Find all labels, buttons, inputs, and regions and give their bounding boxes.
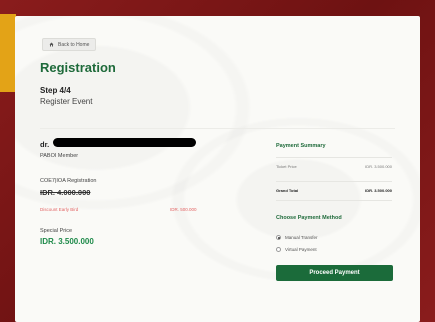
registration-card: Back to Home Registration Step 4/4 Regis… — [15, 16, 420, 322]
original-price: IDR. 4.000.000 — [40, 188, 91, 197]
payment-option-manual[interactable]: Manual Transfer — [276, 235, 318, 240]
member-name: dr. — [40, 140, 50, 149]
radio-virtual-payment[interactable] — [276, 247, 281, 252]
payment-option-label: Virtual Payment — [285, 247, 317, 252]
special-price-label: Special Price — [40, 228, 73, 234]
discount-value: IDR. 500.000 — [170, 207, 197, 212]
accent-tab — [0, 14, 16, 92]
section-divider — [40, 128, 395, 129]
member-type: PABOI Member — [40, 153, 79, 159]
payment-method-title: Choose Payment Method — [276, 215, 342, 221]
home-icon — [49, 42, 54, 47]
ticket-price-label: Ticket Price — [276, 164, 297, 169]
ticket-price-value: IDR. 3.500.000 — [365, 164, 392, 169]
registration-label: COE7|IOA Registration — [40, 178, 97, 184]
back-to-home-label: Back to Home — [58, 41, 90, 48]
page-title: Registration — [40, 60, 116, 75]
summary-divider — [276, 157, 392, 158]
summary-divider — [276, 181, 392, 182]
grand-total-row: Grand Total IDR. 3.500.000 — [276, 188, 392, 193]
grand-total-value: IDR. 3.500.000 — [365, 188, 392, 193]
payment-option-label: Manual Transfer — [285, 235, 318, 240]
payment-summary-title: Payment Summary — [276, 143, 326, 149]
payment-option-virtual[interactable]: Virtual Payment — [276, 247, 317, 252]
ticket-price-row: Ticket Price IDR. 3.500.000 — [276, 164, 392, 169]
discount-label: Discount Early Bird — [40, 207, 79, 212]
special-price: IDR. 3.500.000 — [40, 237, 94, 246]
step-subtitle: Register Event — [40, 97, 93, 106]
back-to-home-button[interactable]: Back to Home — [42, 38, 97, 51]
radio-manual-transfer[interactable] — [276, 235, 281, 240]
grand-total-label: Grand Total — [276, 188, 299, 193]
summary-divider — [276, 200, 392, 201]
proceed-payment-button[interactable]: Proceed Payment — [276, 265, 393, 281]
step-indicator: Step 4/4 — [40, 86, 71, 95]
redacted-name — [53, 138, 196, 147]
